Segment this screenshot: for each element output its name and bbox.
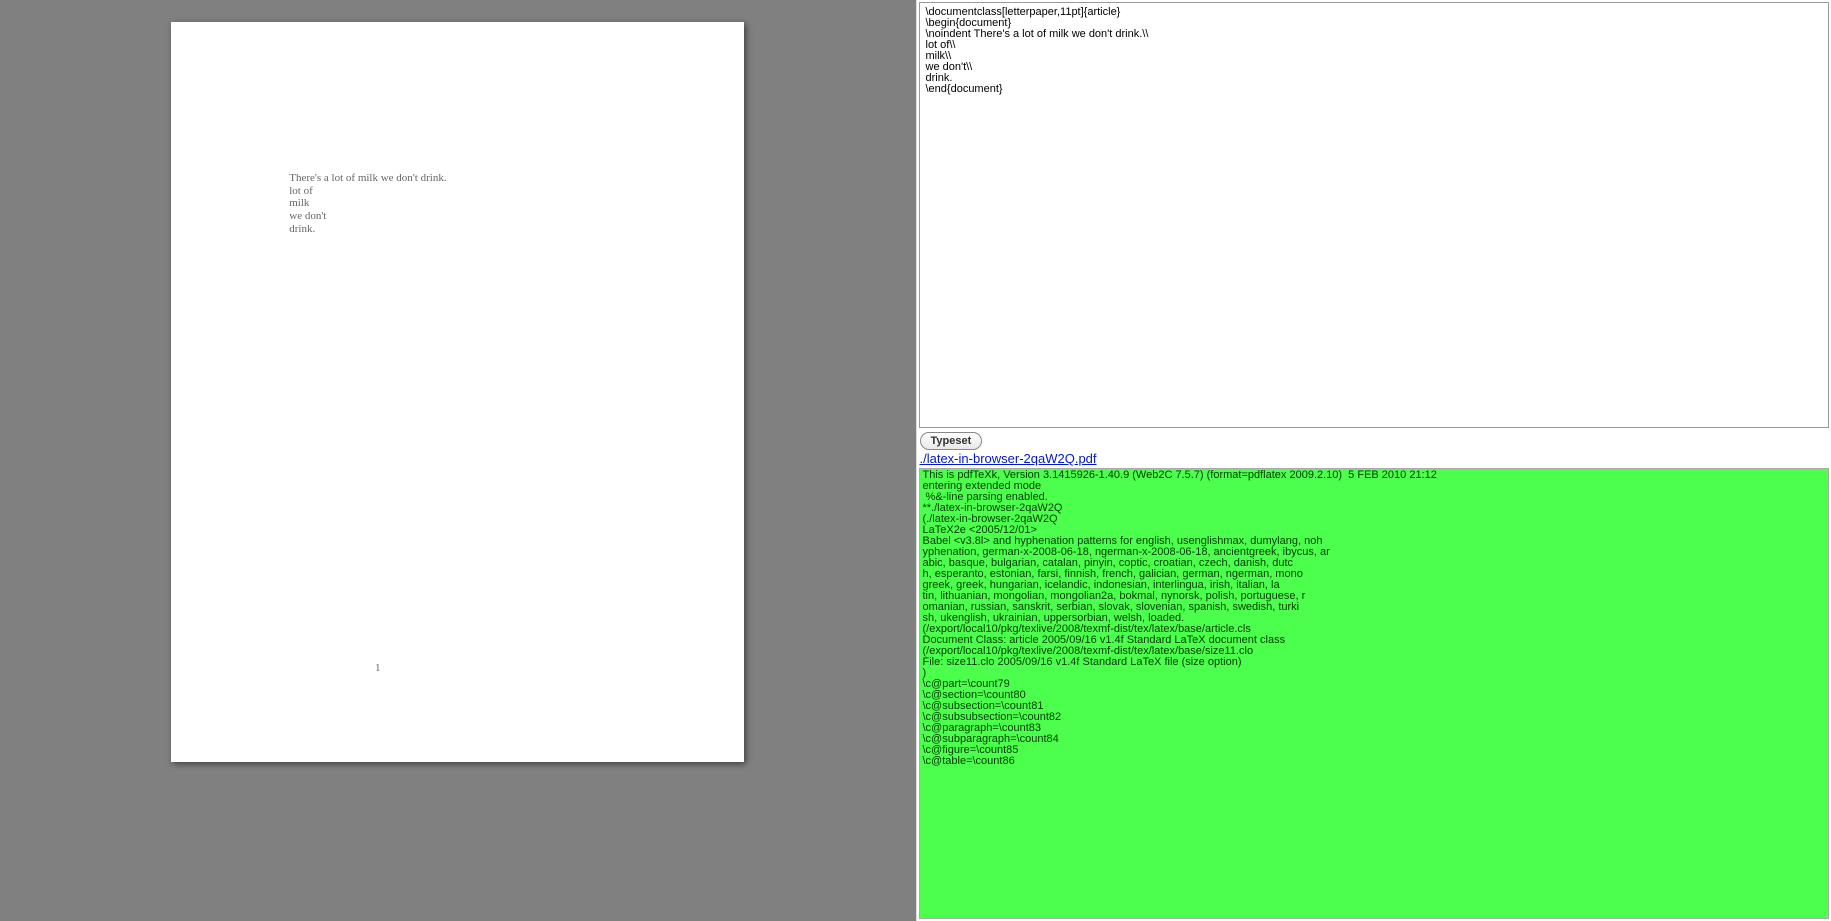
- pdf-line: drink.: [289, 223, 624, 236]
- pdf-page-number: 1: [171, 662, 584, 674]
- pdf-page: There's a lot of milk we don't drink. lo…: [171, 22, 744, 762]
- pdf-line: we don't: [289, 210, 624, 223]
- output-pdf-link[interactable]: ./latex-in-browser-2qaW2Q.pdf: [917, 450, 1831, 468]
- app-root: There's a lot of milk we don't drink. lo…: [0, 0, 1831, 921]
- latex-source-input[interactable]: [919, 2, 1830, 428]
- compile-log[interactable]: This is pdfTeXk, Version 3.1415926-1.40.…: [919, 468, 1830, 919]
- pdf-line: lot of: [289, 185, 624, 198]
- controls-bar: Typeset: [917, 430, 1831, 450]
- typeset-button[interactable]: Typeset: [920, 432, 983, 450]
- log-container: This is pdfTeXk, Version 3.1415926-1.40.…: [917, 468, 1831, 921]
- editor-pane: Typeset ./latex-in-browser-2qaW2Q.pdf Th…: [916, 0, 1831, 921]
- pdf-preview-pane: There's a lot of milk we don't drink. lo…: [0, 0, 916, 921]
- source-area: [917, 0, 1831, 430]
- pdf-line: milk: [289, 197, 624, 210]
- pdf-page-body: There's a lot of milk we don't drink. lo…: [289, 172, 624, 235]
- pdf-line: There's a lot of milk we don't drink.: [289, 172, 624, 185]
